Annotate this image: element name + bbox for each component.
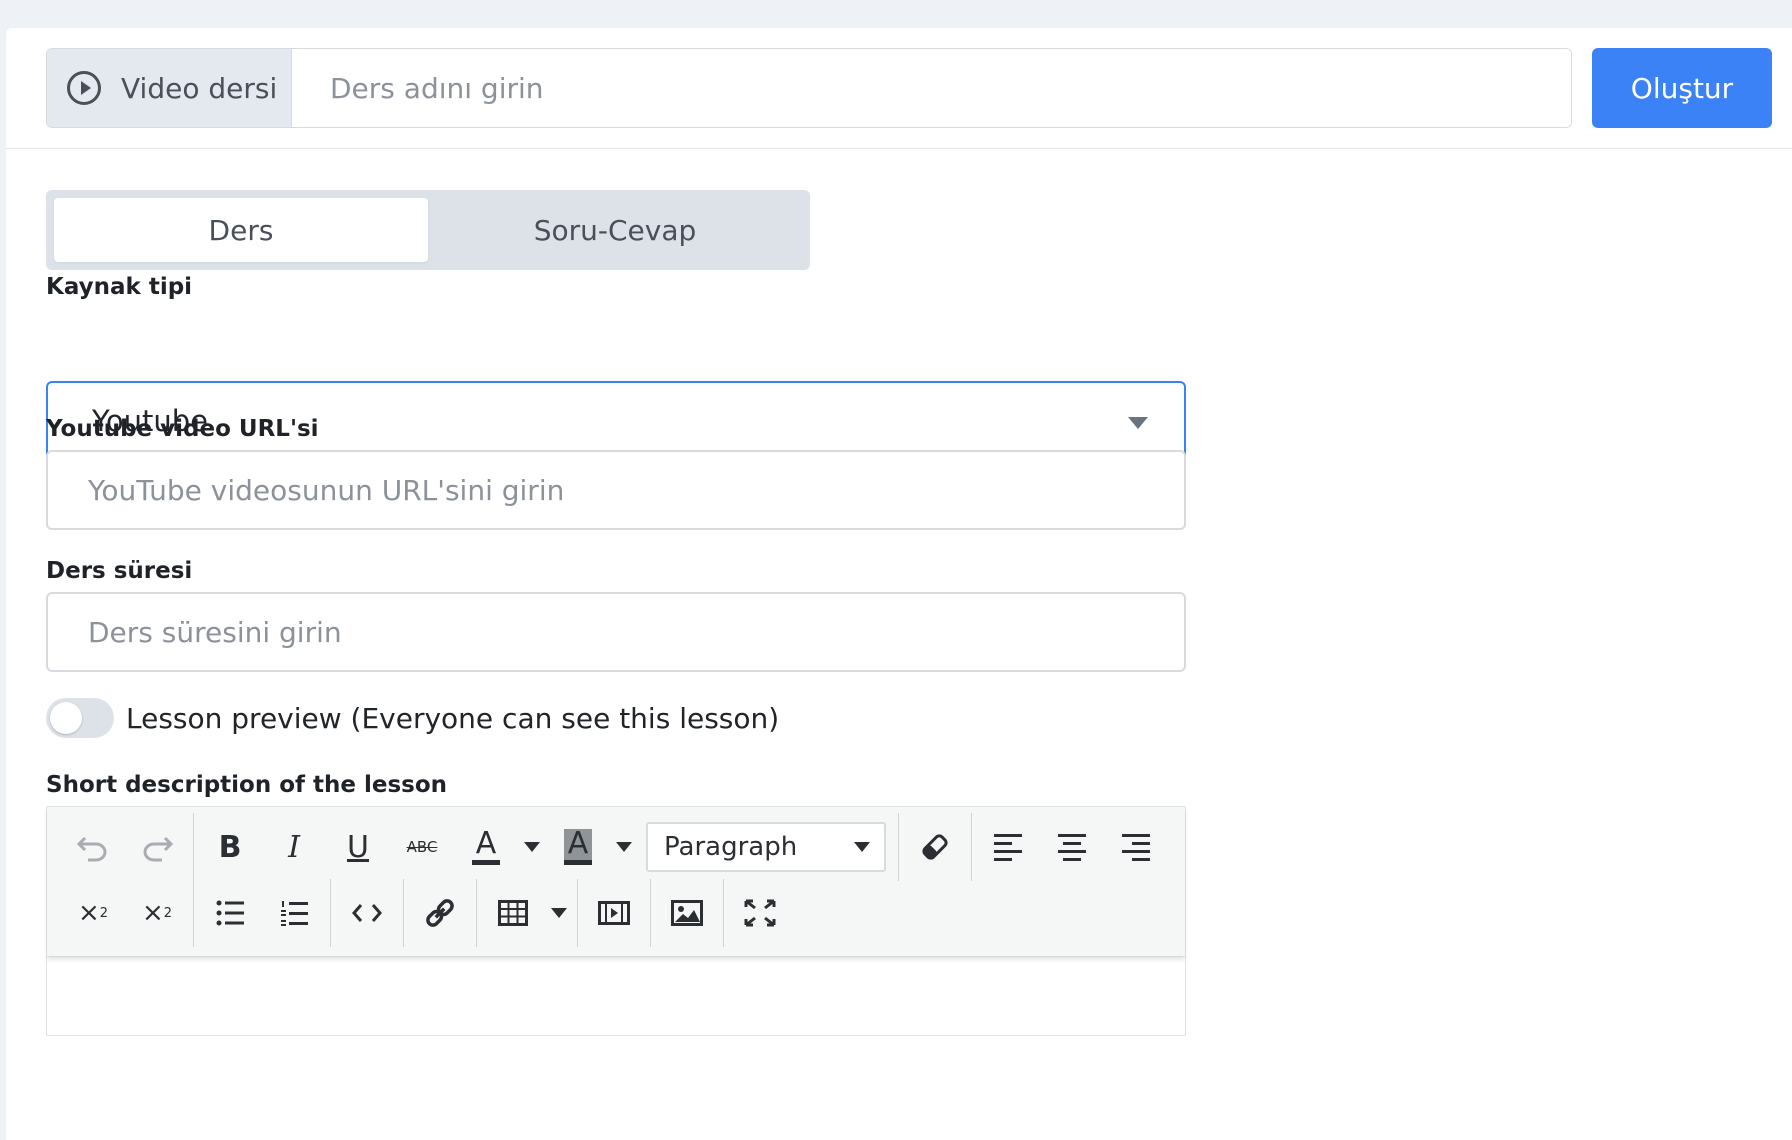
style-group: B I U ABC A A Paragraph — [194, 813, 899, 881]
lesson-name-input[interactable] — [292, 49, 1571, 127]
paragraph-style-value: Paragraph — [664, 832, 798, 862]
preview-toggle-row: Lesson preview (Everyone can see this le… — [46, 698, 779, 738]
table-group — [477, 879, 578, 947]
italic-icon[interactable]: I — [262, 819, 326, 875]
video-group — [578, 879, 651, 947]
script-group: × 2 × 2 — [57, 879, 194, 947]
youtube-url-input[interactable] — [46, 450, 1186, 530]
source-type-label: Kaynak tipi — [46, 274, 193, 300]
duration-label: Ders süresi — [46, 558, 193, 584]
chevron-down-icon — [1128, 417, 1148, 429]
picture-group — [651, 879, 724, 947]
strikethrough-icon[interactable]: ABC — [390, 819, 454, 875]
lesson-form-panel: Video dersi Oluştur Ders Soru-Cevap Kayn… — [6, 28, 1792, 1140]
toolbar-row-2: × 2 × 2 — [57, 879, 796, 947]
ordered-list-icon[interactable] — [262, 885, 326, 941]
clear-group — [899, 813, 972, 881]
list-group — [194, 879, 331, 947]
font-color-icon[interactable]: A — [454, 819, 518, 875]
align-group — [972, 813, 1172, 881]
code-view-icon[interactable] — [335, 885, 399, 941]
font-color-dropdown[interactable] — [518, 819, 546, 875]
tab-soru-cevap[interactable]: Soru-Cevap — [428, 198, 802, 262]
picture-icon[interactable] — [655, 885, 719, 941]
subscript-icon[interactable]: × 2 — [61, 885, 125, 941]
editor-toolbar: B I U ABC A A Paragraph × 2 × 2 — [47, 807, 1185, 957]
align-center-icon[interactable] — [1040, 819, 1104, 875]
play-circle-icon — [67, 71, 101, 105]
paragraph-style-select[interactable]: Paragraph — [646, 822, 886, 872]
lesson-tabs: Ders Soru-Cevap — [46, 190, 810, 270]
fullscreen-group — [724, 879, 796, 947]
link-group — [404, 879, 477, 947]
align-left-icon[interactable] — [976, 819, 1040, 875]
preview-toggle[interactable] — [46, 698, 114, 738]
editor-content-area[interactable] — [47, 957, 1185, 1037]
history-group — [57, 813, 194, 881]
highlight-color-icon[interactable]: A — [546, 819, 610, 875]
video-icon[interactable] — [582, 885, 646, 941]
lesson-name-group: Video dersi — [46, 48, 1572, 128]
description-label: Short description of the lesson — [46, 772, 448, 798]
tab-ders[interactable]: Ders — [54, 198, 428, 262]
rich-text-editor: B I U ABC A A Paragraph × 2 × 2 — [46, 806, 1186, 1036]
superscript-icon[interactable]: × 2 — [125, 885, 189, 941]
youtube-url-label: Youtube video URL'si — [46, 416, 319, 442]
highlight-color-dropdown[interactable] — [610, 819, 638, 875]
toolbar-row-1: B I U ABC A A Paragraph — [57, 813, 1172, 881]
chevron-down-icon — [616, 842, 632, 852]
create-button[interactable]: Oluştur — [1592, 48, 1772, 128]
underline-icon[interactable]: U — [326, 819, 390, 875]
lesson-type-addon: Video dersi — [47, 49, 292, 127]
redo-icon[interactable] — [125, 819, 189, 875]
lesson-type-label: Video dersi — [121, 71, 278, 105]
chevron-down-icon — [551, 908, 567, 918]
chevron-down-icon — [854, 842, 870, 852]
table-dropdown[interactable] — [545, 885, 573, 941]
fullscreen-icon[interactable] — [728, 885, 792, 941]
code-group — [331, 879, 404, 947]
duration-input[interactable] — [46, 592, 1186, 672]
preview-toggle-label: Lesson preview (Everyone can see this le… — [126, 701, 780, 735]
bold-icon[interactable]: B — [198, 819, 262, 875]
unordered-list-icon[interactable] — [198, 885, 262, 941]
undo-icon[interactable] — [61, 819, 125, 875]
table-icon[interactable] — [481, 885, 545, 941]
chevron-down-icon — [524, 842, 540, 852]
link-icon[interactable] — [408, 885, 472, 941]
eraser-icon[interactable] — [903, 819, 967, 875]
lesson-header: Video dersi Oluştur — [6, 28, 1792, 149]
align-right-icon[interactable] — [1104, 819, 1168, 875]
